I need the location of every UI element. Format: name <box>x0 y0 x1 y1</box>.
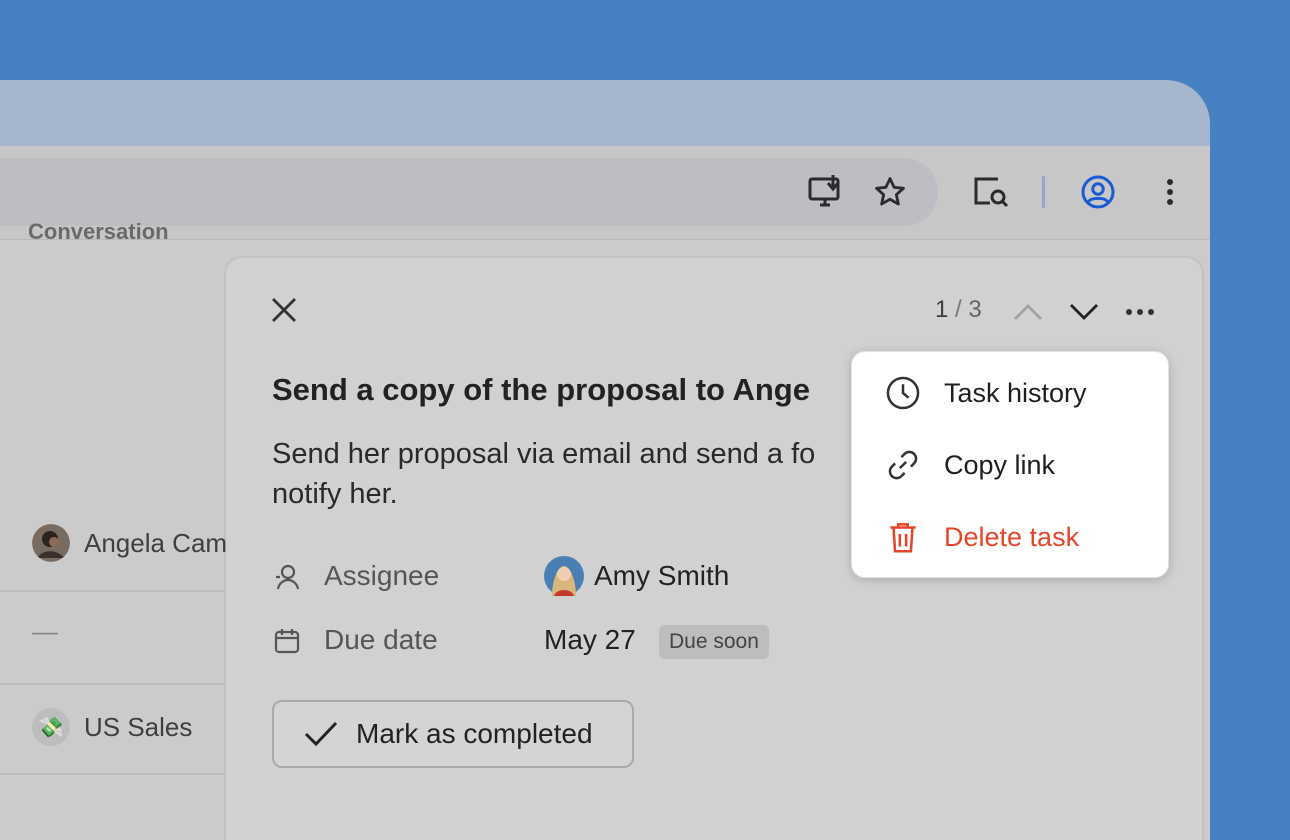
list-item[interactable]: — <box>32 616 58 647</box>
install-app-icon[interactable] <box>806 172 846 212</box>
row-divider <box>0 683 224 685</box>
task-pager: 1 / 3 <box>935 296 982 324</box>
mark-completed-button[interactable]: Mark as completed <box>272 700 634 768</box>
task-description: Send her proposal via email and send a f… <box>272 438 816 510</box>
list-item[interactable]: Angela Cam <box>32 524 227 562</box>
menu-item-label: Delete task <box>944 521 1080 552</box>
row-divider <box>0 590 224 592</box>
menu-item-copy-link[interactable]: Copy link <box>884 446 1055 484</box>
assignee-value[interactable]: Amy Smith <box>544 556 729 596</box>
list-item-label: Angela Cam <box>84 527 228 558</box>
pager-separator: / <box>948 296 969 323</box>
more-vert-icon[interactable] <box>1156 172 1184 212</box>
address-bar[interactable] <box>0 158 938 226</box>
menu-item-label: Task history <box>944 377 1087 408</box>
money-emoji-icon: 💸 <box>32 708 70 746</box>
trash-icon <box>884 518 922 556</box>
mark-completed-label: Mark as completed <box>356 718 593 749</box>
status-badge: Due soon <box>659 625 769 659</box>
toolbar-divider <box>1042 176 1045 208</box>
pager-current: 1 <box>935 296 949 323</box>
list-item-label: US Sales <box>84 711 193 742</box>
calendar-icon <box>272 626 302 656</box>
search-tabs-icon[interactable] <box>970 172 1012 212</box>
due-date-label: Due date <box>324 624 438 655</box>
menu-item-label: Copy link <box>944 449 1056 480</box>
pager-total: 3 <box>968 296 982 323</box>
avatar <box>544 556 584 596</box>
empty-value: — <box>32 616 58 646</box>
close-button[interactable] <box>270 296 298 329</box>
assignee-name: Amy Smith <box>594 560 730 591</box>
person-icon <box>272 562 302 592</box>
avatar <box>32 524 70 562</box>
task-title: Send a copy of the proposal to Ange <box>272 372 810 407</box>
link-icon <box>884 446 922 484</box>
more-horizontal-icon[interactable] <box>1124 300 1156 324</box>
column-header-conversation: Conversation <box>28 219 169 244</box>
chevron-down-icon[interactable] <box>1068 300 1100 324</box>
due-date-value[interactable]: May 27 <box>544 624 636 656</box>
bookmark-star-icon[interactable] <box>870 172 910 212</box>
browser-toolbar <box>0 146 1210 241</box>
assignee-label: Assignee <box>324 560 440 591</box>
menu-item-delete-task[interactable]: Delete task <box>884 518 1079 556</box>
check-icon <box>304 721 338 747</box>
profile-icon[interactable] <box>1078 172 1118 212</box>
list-item[interactable]: 💸 US Sales <box>32 708 192 746</box>
row-divider <box>0 773 224 775</box>
menu-item-task-history[interactable]: Task history <box>884 374 1087 412</box>
clock-icon <box>884 374 922 412</box>
task-actions-menu: Task history Copy link Delete task <box>851 351 1169 578</box>
chevron-up-icon[interactable] <box>1012 300 1044 324</box>
